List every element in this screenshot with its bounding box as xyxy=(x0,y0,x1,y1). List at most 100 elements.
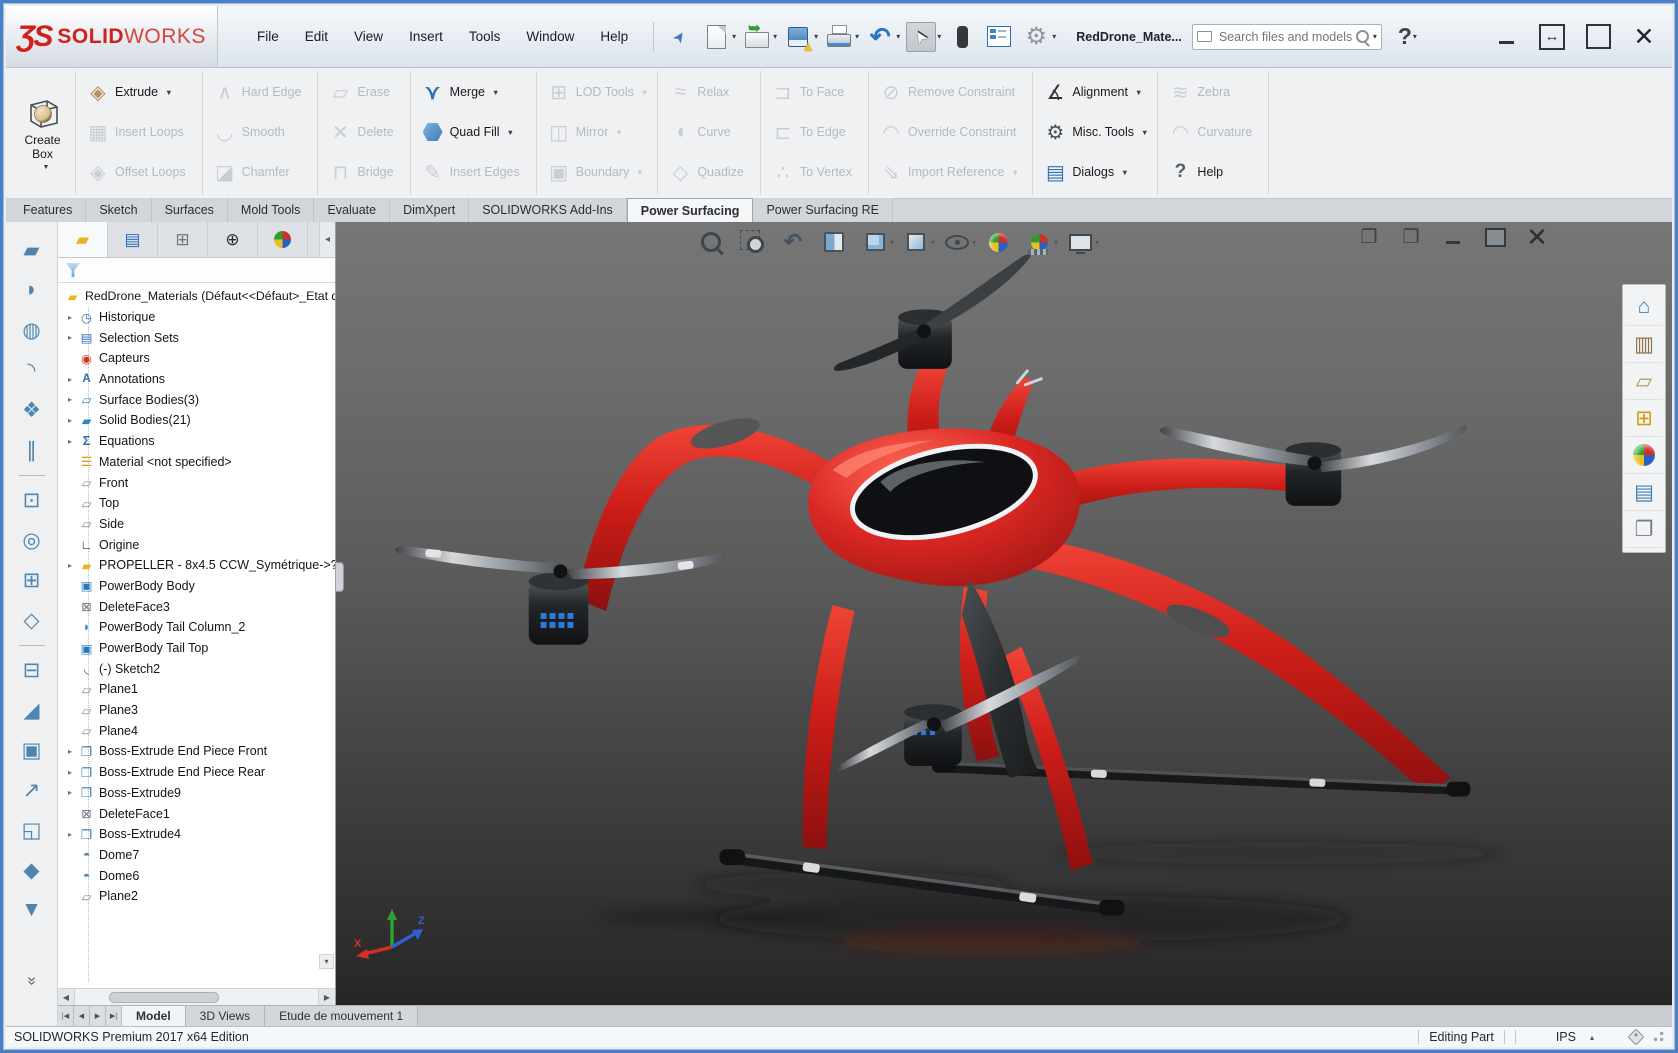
document-window-button[interactable] xyxy=(1522,224,1552,250)
toolbar-icon[interactable] xyxy=(906,22,936,52)
bottom-tab[interactable]: 3D Views xyxy=(186,1006,265,1026)
headsup-caret-icon[interactable]: ▾ xyxy=(931,238,939,247)
panel-tab[interactable] xyxy=(58,222,108,257)
task-pane-button[interactable] xyxy=(1625,400,1663,437)
ribbon-button-caret-icon[interactable]: ▼ xyxy=(507,128,514,137)
document-window-button[interactable] xyxy=(1354,224,1384,250)
headsup-button[interactable] xyxy=(819,228,857,256)
commandmanager-tab[interactable]: Power Surfacing xyxy=(627,198,754,222)
ribbon-button[interactable]: Delete xyxy=(324,112,403,152)
window-control-button[interactable] xyxy=(1624,22,1664,52)
task-pane-button[interactable] xyxy=(1625,363,1663,400)
headsup-icon[interactable] xyxy=(860,228,890,256)
tree-item[interactable]: PowerBody Tail Column_2 xyxy=(62,617,335,638)
tree-item[interactable]: Dome6 xyxy=(62,865,335,886)
toolbar-icon[interactable] xyxy=(742,22,772,52)
tree-item[interactable]: Plane3 xyxy=(62,700,335,721)
document-window-button[interactable] xyxy=(1480,224,1510,250)
tool-icon[interactable] xyxy=(14,890,50,930)
ribbon-button[interactable]: Import Reference ▼ xyxy=(875,152,1026,192)
search-icon[interactable] xyxy=(1354,28,1372,46)
headsup-button[interactable] xyxy=(737,228,775,256)
ribbon-button[interactable]: Chamfer xyxy=(209,152,312,192)
headsup-button[interactable] xyxy=(696,228,734,256)
panel-tab[interactable] xyxy=(158,222,208,257)
menu-item[interactable]: File xyxy=(246,24,290,49)
tool-icon[interactable] xyxy=(14,310,50,350)
commandmanager-tab[interactable]: Features xyxy=(10,198,86,222)
headsup-caret-icon[interactable]: ▾ xyxy=(890,238,898,247)
toolbar-button[interactable]: ▾ xyxy=(783,22,818,52)
toolbar-icon[interactable] xyxy=(984,22,1014,52)
tree-item[interactable]: ▸ Equations xyxy=(62,431,335,452)
ribbon-button[interactable]: Bridge xyxy=(324,152,403,192)
tree-item[interactable]: Side xyxy=(62,514,335,535)
ribbon-button[interactable]: To Edge xyxy=(767,112,862,152)
ribbon-button[interactable]: Extrude ▼ xyxy=(82,72,196,112)
ribbon-button[interactable]: Offset Loops xyxy=(82,152,196,192)
headsup-icon[interactable] xyxy=(1024,228,1054,256)
tool-icon[interactable] xyxy=(14,350,50,390)
ribbon-button[interactable]: Curve xyxy=(664,112,754,152)
expand-arrow-icon[interactable]: ▸ xyxy=(62,416,78,425)
expand-arrow-icon[interactable]: ▸ xyxy=(62,333,78,342)
ribbon-button[interactable]: Insert Edges xyxy=(417,152,530,192)
headsup-caret-icon[interactable]: ▾ xyxy=(1095,238,1103,247)
tree-item[interactable]: DeleteFace1 xyxy=(62,803,335,824)
tree-item[interactable]: Plane2 xyxy=(62,886,335,907)
window-control-button[interactable] xyxy=(1578,22,1618,52)
headsup-caret-icon[interactable]: ▾ xyxy=(1054,238,1062,247)
document-window-button[interactable] xyxy=(1396,224,1426,250)
ribbon-button[interactable]: Merge ▼ xyxy=(417,72,530,112)
help-icon[interactable]: ? xyxy=(1398,23,1412,50)
create-box-button[interactable]: CreateBox ▼ xyxy=(10,71,76,195)
bottom-tab[interactable]: Model xyxy=(122,1006,186,1026)
panel-tab[interactable] xyxy=(108,222,158,257)
commandmanager-tab[interactable]: Sketch xyxy=(86,198,151,222)
graphics-viewport[interactable]: ▾ ▾ ▾ xyxy=(336,222,1672,1005)
menu-item[interactable]: Insert xyxy=(398,24,454,49)
tree-item[interactable]: Front xyxy=(62,472,335,493)
tree-item[interactable]: DeleteFace3 xyxy=(62,596,335,617)
tree-item[interactable]: Dome7 xyxy=(62,845,335,866)
menu-item[interactable]: View xyxy=(343,24,394,49)
toolbar-button[interactable]: ▾ xyxy=(824,22,859,52)
headsup-button[interactable]: ▾ xyxy=(901,228,939,256)
headsup-button[interactable] xyxy=(778,228,816,256)
help-caret-icon[interactable]: ▾ xyxy=(1413,32,1417,41)
ribbon-button[interactable]: LOD Tools ▼ xyxy=(543,72,652,112)
units-caret-icon[interactable]: ▴ xyxy=(1590,1033,1594,1042)
tree-root-item[interactable]: RedDrone_Materials (Défaut<<Défaut>_Etat… xyxy=(62,286,335,307)
headsup-icon[interactable] xyxy=(901,228,931,256)
toolbar-button[interactable] xyxy=(664,22,695,52)
ribbon-button-caret-icon[interactable]: ▼ xyxy=(1141,128,1148,137)
toolbar-button[interactable] xyxy=(984,22,1015,52)
tree-item[interactable]: Top xyxy=(62,493,335,514)
toolbar-button[interactable]: ▾ xyxy=(742,22,777,52)
filter-funnel-icon[interactable] xyxy=(66,263,80,277)
headsup-caret-icon[interactable]: ▾ xyxy=(972,238,980,247)
menu-item[interactable]: Window xyxy=(515,24,585,49)
expand-arrow-icon[interactable]: ▸ xyxy=(62,768,78,777)
tool-icon[interactable] xyxy=(14,470,50,480)
tool-icon[interactable] xyxy=(14,850,50,890)
dropdown-caret-icon[interactable]: ▾ xyxy=(937,32,941,41)
scrollbar-thumb[interactable] xyxy=(109,992,219,1003)
document-window-button[interactable] xyxy=(1438,224,1468,250)
headsup-button[interactable]: ▾ xyxy=(860,228,898,256)
ribbon-button-caret-icon[interactable]: ▼ xyxy=(165,88,172,97)
ribbon-button-caret-icon[interactable]: ▼ xyxy=(615,128,622,137)
tool-icon[interactable] xyxy=(14,640,50,650)
toolbar-icon[interactable] xyxy=(865,22,895,52)
headsup-button[interactable] xyxy=(983,228,1021,256)
task-pane-button[interactable] xyxy=(1625,437,1663,474)
toolbar-button[interactable]: ▾ xyxy=(1021,22,1056,52)
ribbon-button-caret-icon[interactable]: ▼ xyxy=(1012,168,1019,177)
create-box-caret-icon[interactable]: ▼ xyxy=(43,164,50,171)
tree-item[interactable]: (-) Sketch2 xyxy=(62,658,335,679)
help-menu[interactable]: ? ▾ xyxy=(1398,23,1417,50)
tool-icon[interactable] xyxy=(14,430,50,470)
ribbon-button[interactable]: Alignment ▼ xyxy=(1039,72,1151,112)
ribbon-button[interactable]: Relax xyxy=(664,72,754,112)
headsup-button[interactable]: ▾ xyxy=(942,228,980,256)
